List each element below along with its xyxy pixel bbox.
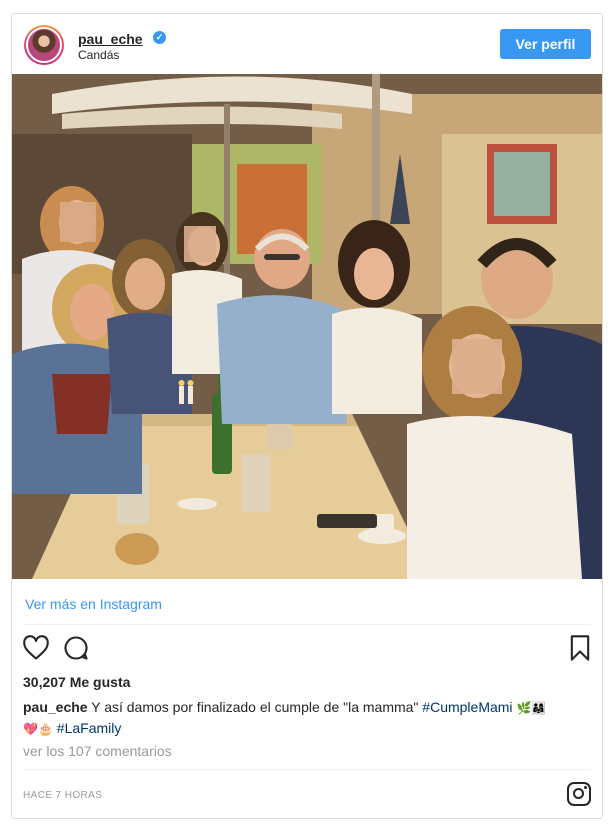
caption-emoji: 💖🎂 xyxy=(23,722,53,736)
divider xyxy=(23,769,591,770)
caption-emoji: 🌿👨‍👩‍👧 xyxy=(516,701,547,715)
username[interactable]: pau_eche xyxy=(78,31,143,47)
bookmark-icon[interactable] xyxy=(566,634,594,662)
post-header: pau_eche ✓ Candás Ver perfil xyxy=(12,14,602,74)
heart-icon[interactable] xyxy=(22,634,50,662)
comment-icon[interactable] xyxy=(62,634,90,662)
post-photo[interactable] xyxy=(12,74,602,579)
view-comments-link[interactable]: ver los 107 comentarios xyxy=(23,743,172,759)
avatar[interactable] xyxy=(24,25,64,65)
post-timestamp: HACE 7 HORAS xyxy=(23,790,103,801)
caption-username[interactable]: pau_eche xyxy=(23,699,88,715)
divider xyxy=(23,624,591,625)
instagram-embed: pau_eche ✓ Candás Ver perfil Ver más en … xyxy=(11,13,603,819)
hashtag-link[interactable]: #CumpleMami xyxy=(422,699,512,715)
caption-text: Y así damos por finalizado el cumple de … xyxy=(87,699,423,715)
avatar-image xyxy=(26,27,62,63)
photo-illustration xyxy=(12,74,602,579)
verified-badge-icon: ✓ xyxy=(153,31,166,44)
caption: pau_eche Y así damos por finalizado el c… xyxy=(23,697,593,739)
likes-count[interactable]: 30,207 Me gusta xyxy=(23,674,130,690)
view-profile-button[interactable]: Ver perfil xyxy=(500,29,591,59)
action-bar xyxy=(22,634,592,664)
view-more-link[interactable]: Ver más en Instagram xyxy=(25,596,162,612)
location[interactable]: Candás xyxy=(78,48,119,62)
instagram-logo-icon[interactable] xyxy=(567,782,591,806)
hashtag-link[interactable]: #LaFamily xyxy=(57,720,122,736)
